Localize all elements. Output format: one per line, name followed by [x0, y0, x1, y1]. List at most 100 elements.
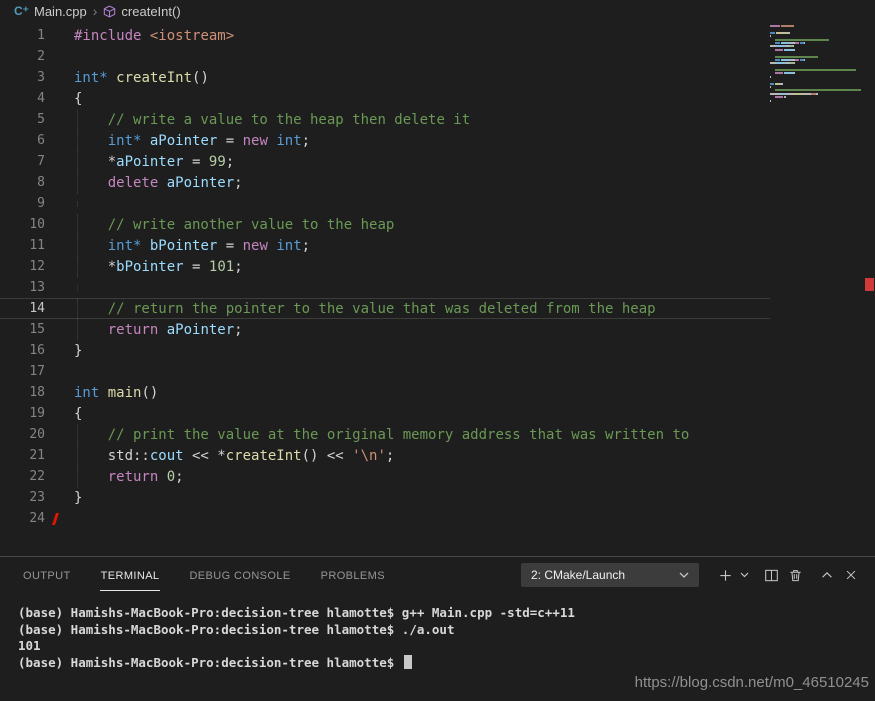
code-line[interactable]: 20 // print the value at the original me…: [0, 424, 875, 445]
code-line[interactable]: 22 return 0;: [0, 466, 875, 487]
code-line[interactable]: 17: [0, 361, 875, 382]
terminal-line: (base) Hamishs-MacBook-Pro:decision-tree…: [18, 605, 875, 622]
line-number[interactable]: 16: [0, 343, 45, 358]
code-line[interactable]: 4{: [0, 88, 875, 109]
panel-tab-output[interactable]: OUTPUT: [22, 560, 72, 591]
minimap[interactable]: [770, 25, 862, 106]
terminal-output[interactable]: (base) Hamishs-MacBook-Pro:decision-tree…: [0, 593, 875, 671]
line-number[interactable]: 10: [0, 217, 45, 232]
watermark: https://blog.csdn.net/m0_46510245: [635, 674, 869, 691]
code-line[interactable]: 6 int* aPointer = new int;: [0, 130, 875, 151]
code-line[interactable]: 13: [0, 277, 875, 298]
panel-tab-problems[interactable]: PROBLEMS: [320, 560, 386, 591]
minimap-line: [770, 32, 862, 34]
code-text: int* createInt(): [74, 70, 209, 86]
indent-guide: [77, 424, 78, 446]
minimap-line: [770, 42, 862, 44]
code-text: return 0;: [74, 469, 184, 485]
code-text: delete aPointer;: [74, 175, 243, 191]
code-text: // write a value to the heap then delete…: [74, 112, 470, 128]
indent-guide: [77, 319, 78, 341]
line-number[interactable]: 6: [0, 133, 45, 148]
code-line[interactable]: 9: [0, 193, 875, 214]
panel-actions: [713, 563, 863, 587]
line-number[interactable]: 8: [0, 175, 45, 190]
line-number[interactable]: 15: [0, 322, 45, 337]
code-text: // return the pointer to the value that …: [74, 301, 656, 317]
line-number[interactable]: 23: [0, 490, 45, 505]
minimap-line: [770, 28, 862, 30]
code-line[interactable]: 1 #include <iostream>: [0, 25, 875, 46]
new-terminal-button[interactable]: [713, 563, 737, 587]
code-line[interactable]: 18int main(): [0, 382, 875, 403]
indent-guide: [77, 445, 78, 467]
code-line[interactable]: 10 // write another value to the heap: [0, 214, 875, 235]
kill-terminal-button[interactable]: [783, 563, 807, 587]
code-text: int* aPointer = new int;: [74, 133, 310, 149]
code-line[interactable]: 5 // write a value to the heap then dele…: [0, 109, 875, 130]
line-number[interactable]: 24: [0, 511, 45, 526]
code-line[interactable]: 11 int* bPointer = new int;: [0, 235, 875, 256]
code-line[interactable]: 15 return aPointer;: [0, 319, 875, 340]
code-text: *aPointer = 99;: [74, 154, 234, 170]
code-line[interactable]: 8 delete aPointer;: [0, 172, 875, 193]
maximize-panel-button[interactable]: [815, 563, 839, 587]
line-number[interactable]: 17: [0, 364, 45, 379]
line-number[interactable]: 19: [0, 406, 45, 421]
plus-icon: [718, 568, 733, 583]
breadcrumb-file[interactable]: Main.cpp: [34, 4, 87, 19]
minimap-line: [770, 56, 862, 58]
line-number[interactable]: 9: [0, 196, 45, 211]
line-number[interactable]: 18: [0, 385, 45, 400]
code-text: int* bPointer = new int;: [74, 238, 310, 254]
line-number[interactable]: 5: [0, 112, 45, 127]
code-lines: 1#include <iostream>23int* createInt()4{…: [0, 25, 875, 529]
line-number[interactable]: 1: [0, 28, 45, 43]
line-number[interactable]: 2: [0, 49, 45, 64]
chevron-down-icon: [679, 572, 689, 579]
close-icon: [844, 568, 858, 582]
code-editor[interactable]: 1#include <iostream>23int* createInt()4{…: [0, 22, 875, 556]
cursor-marker: [52, 513, 59, 525]
code-line[interactable]: 3 int* createInt(): [0, 67, 875, 88]
panel-header: OUTPUT TERMINAL DEBUG CONSOLE PROBLEMS 2: C…: [0, 557, 875, 593]
line-number[interactable]: 22: [0, 469, 45, 484]
panel-tab-terminal[interactable]: TERMINAL: [100, 560, 161, 591]
code-line[interactable]: 19{: [0, 403, 875, 424]
minimap-line: [770, 49, 862, 51]
code-line[interactable]: 2: [0, 46, 875, 67]
line-number[interactable]: 13: [0, 280, 45, 295]
indent-guide: [77, 130, 78, 152]
code-text: #include <iostream>: [74, 28, 234, 44]
line-number[interactable]: 20: [0, 427, 45, 442]
code-line[interactable]: 12 *bPointer = 101;: [0, 256, 875, 277]
breadcrumb-symbol[interactable]: createInt(): [121, 4, 180, 19]
code-line[interactable]: 21 std::cout << *createInt() << '\n';: [0, 445, 875, 466]
minimap-line: [770, 62, 862, 64]
line-number[interactable]: 11: [0, 238, 45, 253]
code-line[interactable]: 16}: [0, 340, 875, 361]
line-number[interactable]: 14: [0, 301, 45, 316]
code-line[interactable]: 24: [0, 508, 875, 529]
code-line[interactable]: 23}: [0, 487, 875, 508]
new-terminal-dropdown-button[interactable]: [737, 563, 751, 587]
line-number[interactable]: 12: [0, 259, 45, 274]
line-number[interactable]: 21: [0, 448, 45, 463]
code-text: // print the value at the original memor…: [74, 427, 689, 443]
close-panel-button[interactable]: [839, 563, 863, 587]
terminal-dropdown[interactable]: 2: CMake/Launch: [521, 563, 699, 587]
code-text: }: [74, 490, 82, 506]
code-line[interactable]: 14 // return the pointer to the value th…: [0, 298, 770, 319]
split-terminal-button[interactable]: [759, 563, 783, 587]
breadcrumb: Main.cpp › createInt(): [0, 0, 875, 22]
overview-ruler[interactable]: [864, 22, 875, 556]
line-number[interactable]: 4: [0, 91, 45, 106]
chevron-down-icon: [740, 572, 749, 578]
vscode-window: Main.cpp › createInt() 1 #include <iostre…: [0, 0, 875, 556]
line-number[interactable]: 7: [0, 154, 45, 169]
minimap-line: [770, 103, 862, 105]
line-number[interactable]: 3: [0, 70, 45, 85]
panel-tab-debug-console[interactable]: DEBUG CONSOLE: [188, 560, 291, 591]
code-text: std::cout << *createInt() << '\n';: [74, 448, 394, 464]
code-line[interactable]: 7 *aPointer = 99;: [0, 151, 875, 172]
